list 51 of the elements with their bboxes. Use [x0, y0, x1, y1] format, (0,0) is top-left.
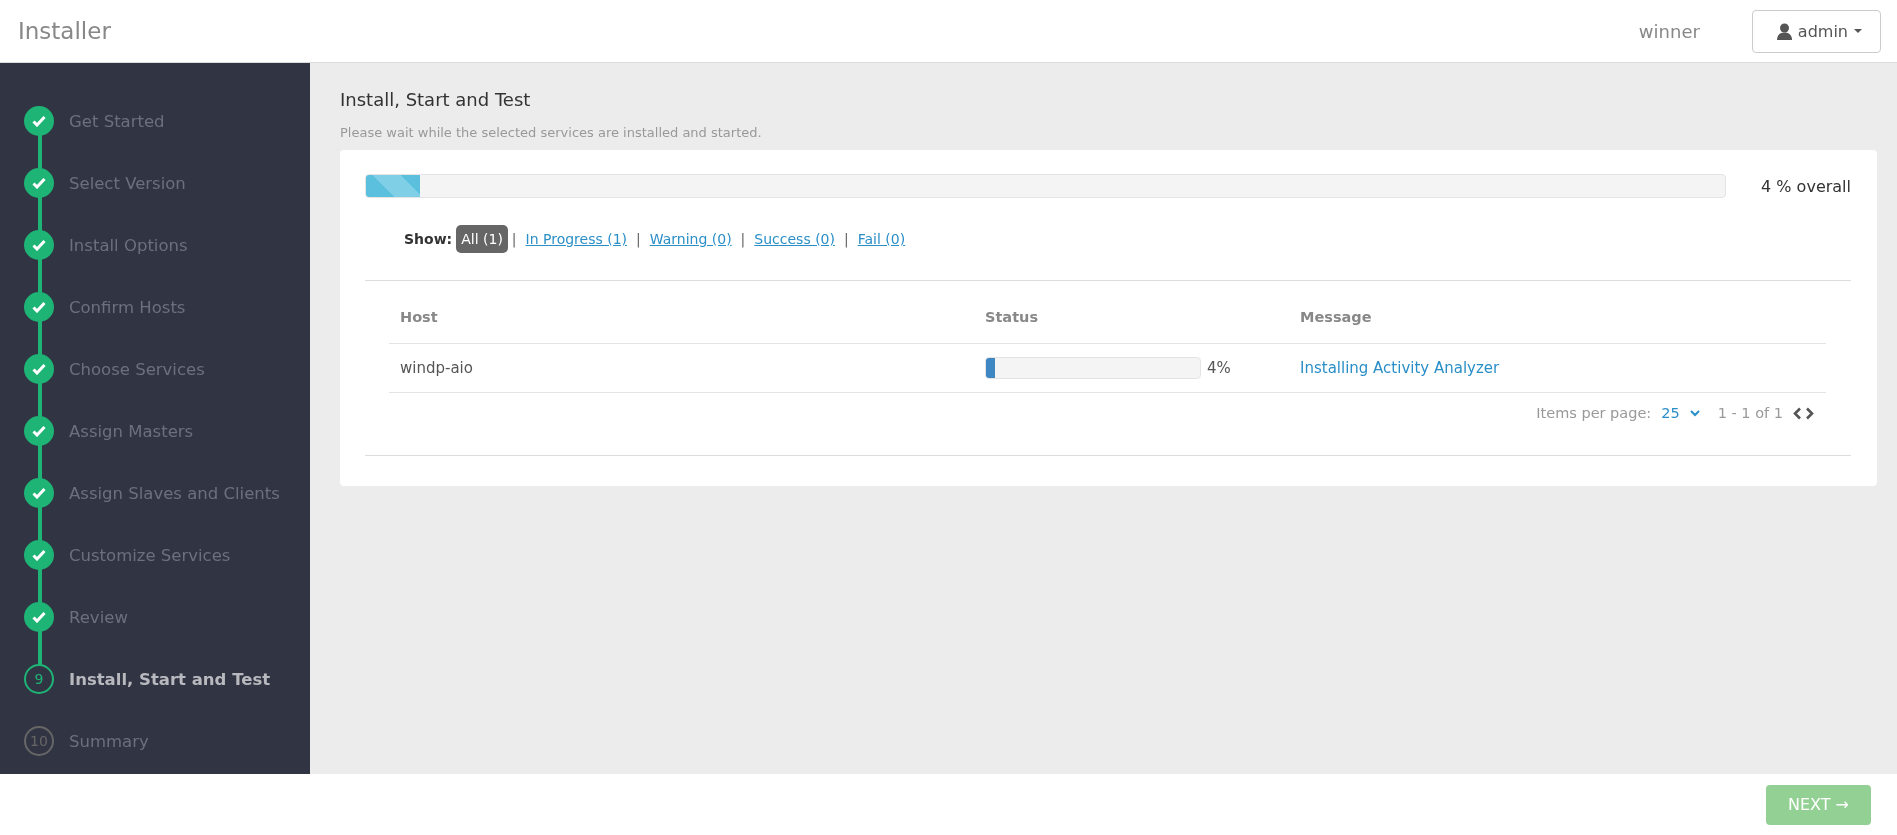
user-icon [1776, 22, 1792, 40]
step-label: Review [69, 607, 128, 627]
column-header: Message [1289, 291, 1826, 344]
separator: | [740, 231, 746, 247]
step-label: Install, Start and Test [69, 669, 271, 689]
app-title: Installer [18, 18, 112, 44]
column-header: Status [974, 291, 1289, 344]
filter-link[interactable]: Warning (0) [644, 225, 737, 253]
page-title: Install, Start and Test [340, 89, 532, 110]
per-page-select[interactable]: 25 [1661, 405, 1700, 421]
filter-link[interactable]: Success (0) [749, 225, 840, 253]
filter-link[interactable]: In Progress (1) [520, 225, 633, 253]
check-icon [32, 425, 46, 437]
check-icon [32, 115, 46, 127]
step-label: Install Options [69, 235, 188, 255]
user-menu-button[interactable]: admin [1751, 9, 1881, 53]
check-icon [32, 487, 46, 499]
page-range: 1 - 1 of 1 [1717, 405, 1783, 421]
chevron-down-icon [1689, 409, 1700, 417]
host-cell: windp-aio [389, 343, 974, 393]
check-icon [32, 363, 46, 375]
separator: | [636, 231, 641, 247]
separator: | [843, 231, 849, 247]
check-icon [32, 301, 46, 313]
step-label: Confirm Hosts [69, 297, 186, 317]
message-link[interactable]: Installing Activity Analyzer [1300, 359, 1500, 377]
filter-label: Show: [404, 231, 453, 247]
cluster-name: winner [1638, 20, 1700, 42]
check-icon [32, 611, 46, 623]
separator: | [511, 231, 517, 247]
filter-link[interactable]: All (1) [456, 225, 508, 253]
step-number: 9 [34, 671, 44, 687]
step-label: Choose Services [69, 359, 205, 379]
check-icon [32, 177, 46, 189]
overall-progress-reading: 4 % overall [1760, 176, 1851, 196]
step-label: Customize Services [69, 545, 231, 565]
items-per-page-label: Items per page: [1536, 405, 1652, 421]
check-icon [32, 239, 46, 251]
caret-icon [1854, 29, 1862, 33]
step-label: Select Version [69, 173, 186, 193]
progress-reading: 4% [1207, 359, 1231, 377]
previous-page-icon[interactable] [1793, 406, 1802, 420]
page-subtitle: Please wait while the selected services are installed and started. [340, 125, 763, 140]
filter-link[interactable]: Fail (0) [852, 225, 911, 253]
column-header: Host [389, 291, 974, 344]
step-label: Get Started [69, 111, 165, 131]
next-page-icon[interactable] [1805, 406, 1814, 420]
step-label: Assign Slaves and Clients [69, 483, 280, 503]
check-icon [32, 549, 46, 561]
step-label: Summary [69, 731, 149, 751]
step-label: Assign Masters [69, 421, 194, 441]
